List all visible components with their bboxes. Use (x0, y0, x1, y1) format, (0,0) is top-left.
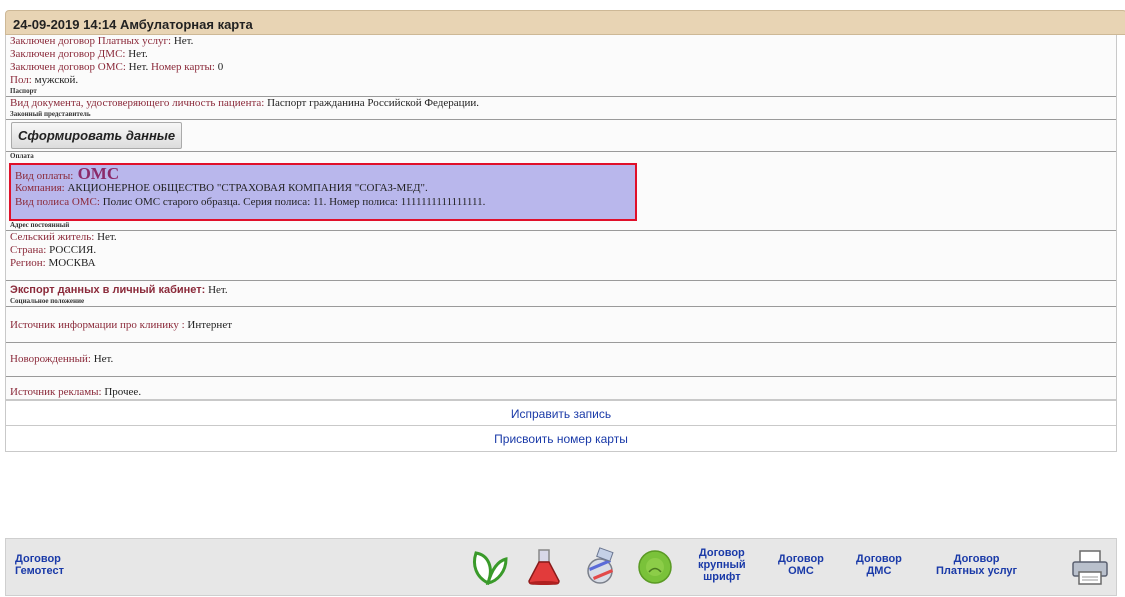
form-data-button[interactable]: Сформировать данные (11, 122, 183, 149)
document-row: Вид документа, удостоверяющего личность … (10, 97, 480, 109)
dms-contract-row: Заключен договор ДМС: Нет. (10, 48, 148, 60)
assign-card-number-button[interactable]: Присвоить номер карты (5, 426, 1117, 452)
country-row: Страна: РОССИЯ. (10, 244, 97, 256)
status-circle-icon[interactable] (636, 548, 674, 586)
dms-contract-link[interactable]: Договор ДМС (856, 553, 902, 577)
paid-services-contract-link[interactable]: Договор Платных услуг (936, 553, 1017, 577)
large-font-contract-link[interactable]: Договор крупный шрифт (698, 547, 746, 583)
insurer-row: Компания: АКЦИОНЕРНОЕ ОБЩЕСТВО "СТРАХОВА… (15, 182, 428, 194)
section-representative: Законный представитель (10, 110, 91, 118)
gemotest-contract-link[interactable]: Договор Гемотест (15, 553, 64, 577)
policy-row: Вид полиса ОМС: Полис ОМС старого образц… (15, 196, 486, 208)
section-passport: Паспорт (10, 87, 37, 95)
region-row: Регион: МОСКВА (10, 257, 96, 269)
card-title: 24-09-2019 14:14 Амбулаторная карта (5, 10, 1125, 35)
payment-type-row: Вид оплаты: ОМС (15, 164, 120, 183)
flask-icon[interactable] (524, 547, 564, 587)
info-source-row: Источник информации про клинику : Интерн… (10, 319, 233, 331)
ambulatory-card: 24-09-2019 14:14 Амбулаторная карта Закл… (5, 10, 1125, 596)
payment-block: Вид оплаты: ОМС Компания: АКЦИОНЕРНОЕ ОБ… (9, 163, 637, 221)
section-address: Адрес постоянный (10, 221, 70, 229)
export-row: Экспорт данных в личный кабинет: Нет. (10, 284, 228, 296)
edit-record-button[interactable]: Исправить запись (5, 400, 1117, 426)
newborn-row: Новорожденный: Нет. (10, 353, 114, 365)
section-social: Социальное положение (10, 297, 85, 305)
printer-icon[interactable] (1070, 548, 1110, 588)
section-payment: Оплата (10, 152, 34, 160)
oms-contract-link[interactable]: Договор ОМС (778, 553, 824, 577)
paid-contract-row: Заключен договор Платных услуг: Нет. (10, 35, 194, 47)
rural-row: Сельский житель: Нет. (10, 231, 117, 243)
satellite-icon[interactable] (580, 547, 620, 587)
bottom-toolbar: Договор Гемотест Договор крупный шрифт До (5, 538, 1117, 596)
oms-contract-row: Заключен договор ОМС: Нет. Номер карты: … (10, 61, 224, 73)
gender-row: Пол: мужской. (10, 74, 79, 86)
leaf-icon[interactable] (468, 547, 508, 587)
ad-source-row: Источник рекламы: Прочее. (10, 386, 142, 398)
card-body: Заключен договор Платных услуг: Нет. Зак… (5, 35, 1117, 400)
